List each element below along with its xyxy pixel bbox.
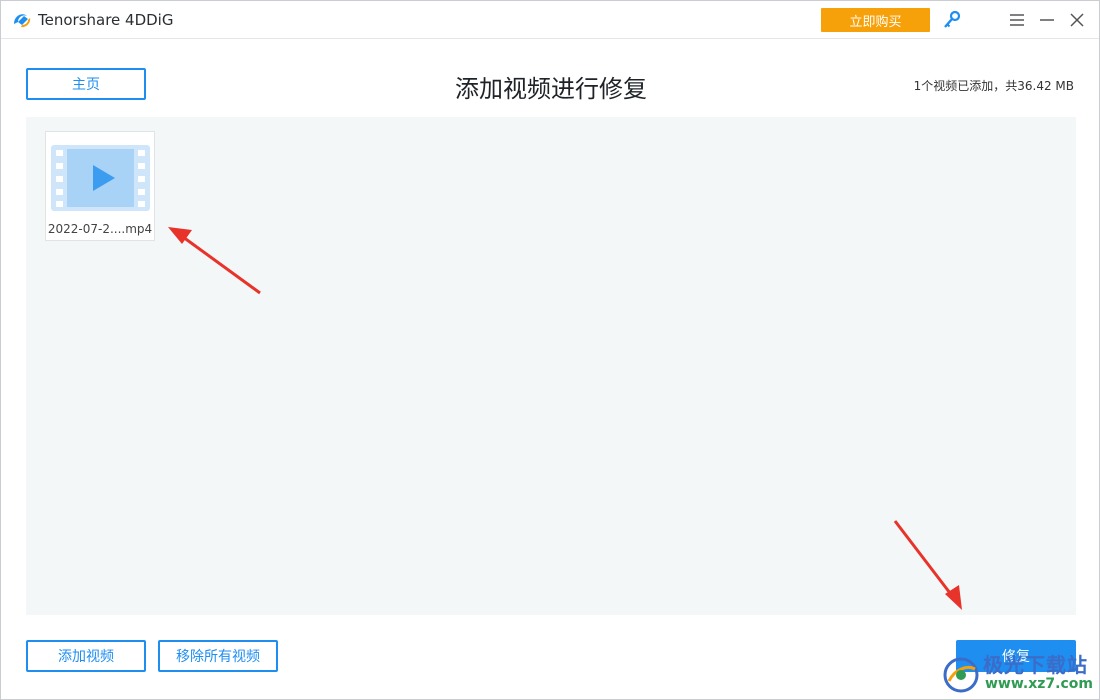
video-thumbnail-icon — [51, 145, 150, 211]
minimize-icon[interactable] — [1037, 10, 1057, 30]
watermark-logo-icon — [943, 657, 979, 693]
video-summary: 1个视频已添加，共36.42 MB — [913, 79, 1074, 93]
add-video-button[interactable]: 添加视频 — [26, 640, 146, 672]
title-bar: Tenorshare 4DDiG 立即购买 — [1, 1, 1099, 39]
close-icon[interactable] — [1067, 10, 1087, 30]
remove-all-videos-button[interactable]: 移除所有视频 — [158, 640, 278, 672]
home-button[interactable]: 主页 — [26, 68, 146, 100]
watermark-title: 极光下载站 — [983, 653, 1088, 677]
buy-now-button[interactable]: 立即购买 — [821, 8, 930, 32]
app-window: Tenorshare 4DDiG 立即购买 主页 添加视频进行修复 1个视频已添… — [0, 0, 1100, 700]
menu-icon[interactable] — [1007, 10, 1027, 30]
video-file-card[interactable]: 2022-07-2....mp4 — [45, 131, 155, 241]
video-file-name: 2022-07-2....mp4 — [47, 222, 153, 236]
app-logo-icon — [14, 14, 31, 28]
app-title: Tenorshare 4DDiG — [38, 11, 174, 29]
key-icon[interactable] — [942, 10, 962, 30]
page-title: 添加视频进行修复 — [455, 75, 647, 103]
watermark: 极光下载站 www.xz7.com — [941, 649, 1096, 697]
video-list-area[interactable]: 2022-07-2....mp4 — [26, 117, 1076, 615]
watermark-url: www.xz7.com — [985, 676, 1093, 692]
